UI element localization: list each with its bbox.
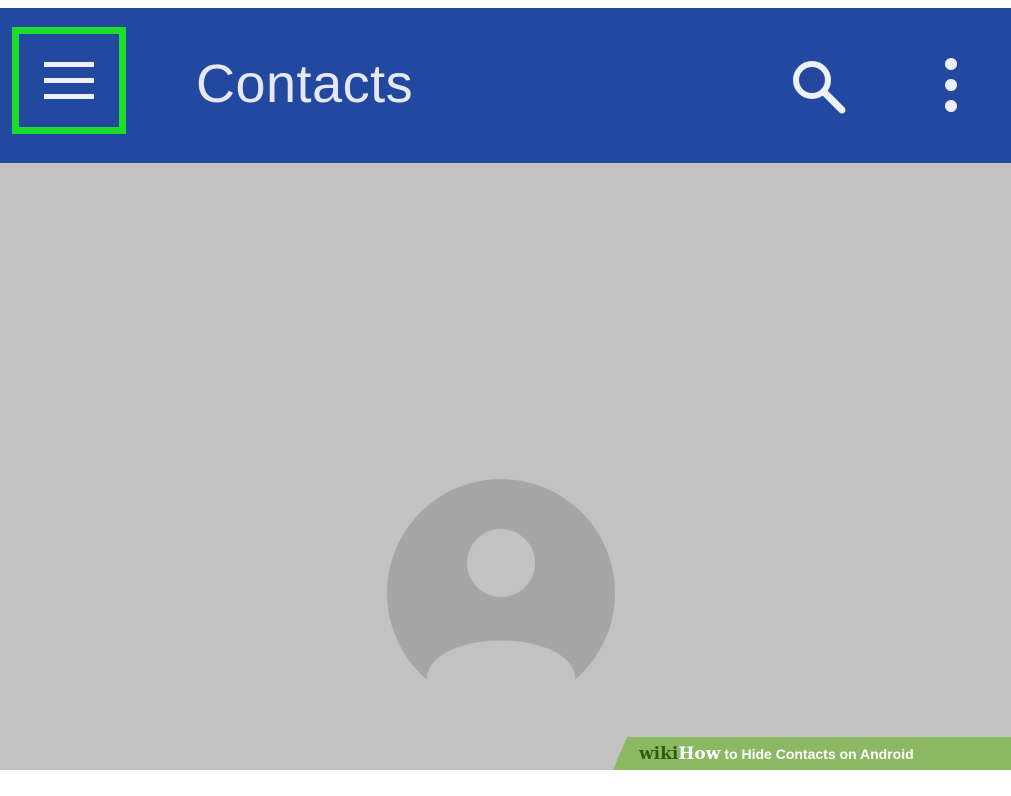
- watermark-caption: to Hide Contacts on Android: [724, 746, 914, 762]
- hamburger-menu-icon: [44, 62, 94, 99]
- watermark-text: wikiHow to Hide Contacts on Android: [639, 744, 914, 764]
- overflow-menu-button[interactable]: [924, 52, 978, 122]
- app-bar: Contacts: [0, 8, 1011, 163]
- contact-avatar[interactable]: [387, 479, 615, 707]
- search-button[interactable]: [782, 52, 852, 122]
- wikihow-watermark: wikiHow to Hide Contacts on Android: [613, 737, 1011, 770]
- default-contact-avatar-icon: [387, 479, 615, 707]
- watermark-how: How: [678, 744, 721, 764]
- page-title: Contacts: [196, 54, 414, 114]
- search-icon: [793, 61, 846, 114]
- more-vert-icon: [945, 58, 957, 112]
- watermark-wiki: wiki: [639, 744, 679, 764]
- contacts-screen: Contacts wikiHow to Hide Contacts on And…: [0, 8, 1011, 770]
- menu-button[interactable]: [12, 27, 126, 134]
